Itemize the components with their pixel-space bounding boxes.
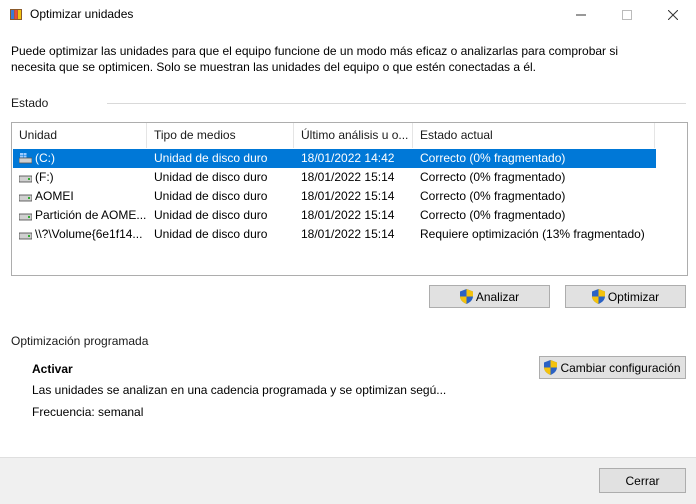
- analyze-button-label: Analizar: [475, 289, 520, 304]
- maximize-button[interactable]: [604, 0, 650, 30]
- table-row[interactable]: (F:) Unidad de disco duro 18/01/2022 15:…: [13, 168, 656, 187]
- drive-status: Requiere optimización (13% fragmentado): [420, 227, 645, 241]
- window-title: Optimizar unidades: [30, 7, 134, 21]
- drive-status: Correcto (0% fragmentado): [420, 189, 566, 203]
- table-row[interactable]: \\?\Volume{6e1f14... Unidad de disco dur…: [13, 225, 656, 244]
- drive-last-analysis: 18/01/2022 15:14: [301, 208, 395, 222]
- maximize-icon: [622, 10, 632, 20]
- drive-status: Correcto (0% fragmentado): [420, 151, 566, 165]
- scheduled-section-label: Optimización programada: [11, 334, 149, 348]
- close-window-button[interactable]: [650, 0, 696, 30]
- drive-name: AOMEI: [35, 189, 74, 203]
- drive-media-type: Unidad de disco duro: [154, 170, 268, 184]
- estado-section-label: Estado: [11, 96, 49, 110]
- uac-shield-icon: [591, 289, 605, 304]
- table-row[interactable]: (C:) Unidad de disco duro 18/01/2022 14:…: [13, 149, 656, 168]
- drive-icon: [19, 213, 32, 221]
- minimize-icon: [576, 14, 586, 16]
- close-button[interactable]: Cerrar: [599, 468, 686, 493]
- drive-icon: [19, 232, 32, 240]
- column-header-ultimo-analisis[interactable]: Último análisis u o...: [294, 123, 413, 148]
- footer-bar: [0, 457, 696, 504]
- column-header-unidad[interactable]: Unidad: [12, 123, 147, 148]
- drive-media-type: Unidad de disco duro: [154, 208, 268, 222]
- analyze-button[interactable]: Analizar: [429, 285, 550, 308]
- scheduled-description: Las unidades se analizan en una cadencia…: [32, 383, 447, 397]
- drive-status: Correcto (0% fragmentado): [420, 208, 566, 222]
- drive-status: Correcto (0% fragmentado): [420, 170, 566, 184]
- scheduled-frequency: Frecuencia: semanal: [32, 405, 144, 419]
- drive-media-type: Unidad de disco duro: [154, 227, 268, 241]
- drive-last-analysis: 18/01/2022 14:42: [301, 151, 395, 165]
- uac-shield-icon: [544, 360, 558, 375]
- table-row[interactable]: AOMEI Unidad de disco duro 18/01/2022 15…: [13, 187, 656, 206]
- close-icon: [668, 10, 678, 20]
- column-header-tipo[interactable]: Tipo de medios: [147, 123, 294, 148]
- drives-list[interactable]: Unidad Tipo de medios Último análisis u …: [11, 122, 688, 276]
- section-divider: [107, 103, 686, 104]
- optimize-button[interactable]: Optimizar: [565, 285, 686, 308]
- description-text: Puede optimizar las unidades para que el…: [11, 44, 619, 74]
- drive-last-analysis: 18/01/2022 15:14: [301, 227, 395, 241]
- scheduled-status: Activar: [32, 362, 73, 376]
- optimize-button-label: Optimizar: [607, 289, 660, 304]
- drive-icon: [19, 194, 32, 202]
- drive-name: Partición de AOME...: [35, 208, 147, 222]
- drive-last-analysis: 18/01/2022 15:14: [301, 170, 395, 184]
- system-drive-icon: [19, 153, 32, 164]
- minimize-button[interactable]: [558, 0, 604, 30]
- drive-icon: [19, 175, 32, 183]
- drive-media-type: Unidad de disco duro: [154, 189, 268, 203]
- drive-name: (F:): [35, 170, 54, 184]
- change-settings-button[interactable]: Cambiar configuración: [539, 356, 686, 379]
- drive-name: (C:): [35, 151, 55, 165]
- column-header-estado[interactable]: Estado actual: [413, 123, 655, 148]
- drive-last-analysis: 18/01/2022 15:14: [301, 189, 395, 203]
- drive-media-type: Unidad de disco duro: [154, 151, 268, 165]
- table-row[interactable]: Partición de AOME... Unidad de disco dur…: [13, 206, 656, 225]
- change-settings-label: Cambiar configuración: [560, 360, 681, 375]
- defrag-app-icon: [10, 9, 22, 20]
- uac-shield-icon: [459, 289, 473, 304]
- drive-name: \\?\Volume{6e1f14...: [35, 227, 143, 241]
